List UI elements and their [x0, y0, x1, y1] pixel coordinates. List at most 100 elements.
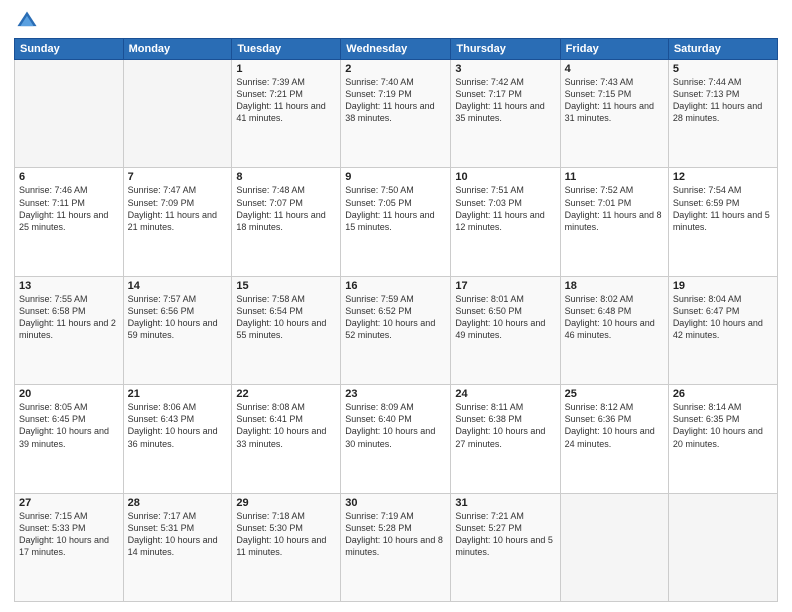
day-number: 18 [565, 280, 664, 292]
calendar-cell: 7 Sunrise: 7:47 AMSunset: 7:09 PMDaylight… [123, 168, 232, 276]
weekday-header-sunday: Sunday [15, 39, 124, 60]
day-number: 13 [19, 280, 119, 292]
logo [14, 10, 40, 32]
calendar-cell: 17 Sunrise: 8:01 AMSunset: 6:50 PMDayligh… [451, 276, 560, 384]
day-info: Sunrise: 8:06 AMSunset: 6:43 PMDaylight:… [128, 402, 218, 448]
day-info: Sunrise: 7:48 AMSunset: 7:07 PMDaylight:… [236, 185, 325, 231]
day-number: 28 [128, 497, 228, 509]
weekday-header-wednesday: Wednesday [341, 39, 451, 60]
day-info: Sunrise: 8:11 AMSunset: 6:38 PMDaylight:… [455, 402, 545, 448]
day-info: Sunrise: 7:44 AMSunset: 7:13 PMDaylight:… [673, 77, 762, 123]
day-number: 12 [673, 171, 773, 183]
day-number: 14 [128, 280, 228, 292]
calendar-cell: 11 Sunrise: 7:52 AMSunset: 7:01 PMDayligh… [560, 168, 668, 276]
header [14, 10, 778, 32]
calendar-cell: 25Sunrise: 8:12 AMSunset: 6:36 PMDayligh… [560, 385, 668, 493]
calendar-cell: 1 Sunrise: 7:39 AMSunset: 7:21 PMDaylight… [232, 60, 341, 168]
day-info: Sunrise: 7:57 AMSunset: 6:56 PMDaylight:… [128, 294, 218, 340]
calendar-cell: 21 Sunrise: 8:06 AMSunset: 6:43 PMDayligh… [123, 385, 232, 493]
calendar-cell: 10 Sunrise: 7:51 AMSunset: 7:03 PMDayligh… [451, 168, 560, 276]
day-info: Sunrise: 8:01 AMSunset: 6:50 PMDaylight:… [455, 294, 545, 340]
day-info: Sunrise: 7:59 AMSunset: 6:52 PMDaylight:… [345, 294, 435, 340]
calendar-cell: 3 Sunrise: 7:42 AMSunset: 7:17 PMDaylight… [451, 60, 560, 168]
calendar-cell: 30Sunrise: 7:19 AMSunset: 5:28 PMDayligh… [341, 493, 451, 601]
day-number: 5 [673, 63, 773, 75]
day-info: Sunrise: 7:39 AMSunset: 7:21 PMDaylight:… [236, 77, 325, 123]
day-number: 4 [565, 63, 664, 75]
day-number: 29 [236, 497, 336, 509]
day-number: 31 [455, 497, 555, 509]
day-info: Sunrise: 7:42 AMSunset: 7:17 PMDaylight:… [455, 77, 544, 123]
day-info: Sunrise: 8:05 AMSunset: 6:45 PMDaylight:… [19, 402, 109, 448]
calendar-cell: 26 Sunrise: 8:14 AMSunset: 6:35 PMDayligh… [668, 385, 777, 493]
calendar-cell: 5 Sunrise: 7:44 AMSunset: 7:13 PMDaylight… [668, 60, 777, 168]
calendar-cell [123, 60, 232, 168]
calendar-cell: 13 Sunrise: 7:55 AMSunset: 6:58 PMDayligh… [15, 276, 124, 384]
calendar-cell: 31 Sunrise: 7:21 AMSunset: 5:27 PMDayligh… [451, 493, 560, 601]
calendar-cell: 29 Sunrise: 7:18 AMSunset: 5:30 PMDayligh… [232, 493, 341, 601]
day-info: Sunrise: 7:17 AMSunset: 5:31 PMDaylight:… [128, 511, 218, 557]
day-info: Sunrise: 7:51 AMSunset: 7:03 PMDaylight:… [455, 185, 544, 231]
day-number: 23 [345, 388, 446, 400]
calendar-week-3: 13 Sunrise: 7:55 AMSunset: 6:58 PMDayligh… [15, 276, 778, 384]
calendar-cell: 28 Sunrise: 7:17 AMSunset: 5:31 PMDayligh… [123, 493, 232, 601]
day-info: Sunrise: 7:15 AMSunset: 5:33 PMDaylight:… [19, 511, 109, 557]
day-info: Sunrise: 8:02 AMSunset: 6:48 PMDaylight:… [565, 294, 655, 340]
day-info: Sunrise: 8:08 AMSunset: 6:41 PMDaylight:… [236, 402, 326, 448]
weekday-header-monday: Monday [123, 39, 232, 60]
day-number: 21 [128, 388, 228, 400]
day-info: Sunrise: 8:09 AMSunset: 6:40 PMDaylight:… [345, 402, 435, 448]
calendar-week-2: 6Sunrise: 7:46 AMSunset: 7:11 PMDaylight… [15, 168, 778, 276]
day-info: Sunrise: 8:14 AMSunset: 6:35 PMDaylight:… [673, 402, 763, 448]
day-number: 22 [236, 388, 336, 400]
day-number: 1 [236, 63, 336, 75]
calendar-week-4: 20Sunrise: 8:05 AMSunset: 6:45 PMDayligh… [15, 385, 778, 493]
day-number: 10 [455, 171, 555, 183]
day-number: 15 [236, 280, 336, 292]
day-info: Sunrise: 7:21 AMSunset: 5:27 PMDaylight:… [455, 511, 553, 557]
day-info: Sunrise: 7:18 AMSunset: 5:30 PMDaylight:… [236, 511, 326, 557]
calendar-cell: 9 Sunrise: 7:50 AMSunset: 7:05 PMDaylight… [341, 168, 451, 276]
day-info: Sunrise: 7:40 AMSunset: 7:19 PMDaylight:… [345, 77, 434, 123]
calendar-cell: 12 Sunrise: 7:54 AMSunset: 6:59 PMDayligh… [668, 168, 777, 276]
day-info: Sunrise: 7:46 AMSunset: 7:11 PMDaylight:… [19, 185, 108, 231]
day-number: 8 [236, 171, 336, 183]
calendar-table: SundayMondayTuesdayWednesdayThursdayFrid… [14, 38, 778, 602]
logo-icon [16, 10, 38, 32]
calendar-cell: 20Sunrise: 8:05 AMSunset: 6:45 PMDayligh… [15, 385, 124, 493]
day-number: 27 [19, 497, 119, 509]
calendar-cell: 4Sunrise: 7:43 AMSunset: 7:15 PMDaylight… [560, 60, 668, 168]
calendar-cell: 18 Sunrise: 8:02 AMSunset: 6:48 PMDayligh… [560, 276, 668, 384]
calendar-cell: 2 Sunrise: 7:40 AMSunset: 7:19 PMDaylight… [341, 60, 451, 168]
calendar-week-5: 27 Sunrise: 7:15 AMSunset: 5:33 PMDayligh… [15, 493, 778, 601]
day-info: Sunrise: 7:52 AMSunset: 7:01 PMDaylight:… [565, 185, 662, 231]
weekday-header-row: SundayMondayTuesdayWednesdayThursdayFrid… [15, 39, 778, 60]
calendar-cell: 16Sunrise: 7:59 AMSunset: 6:52 PMDayligh… [341, 276, 451, 384]
day-info: Sunrise: 8:04 AMSunset: 6:47 PMDaylight:… [673, 294, 763, 340]
day-info: Sunrise: 7:19 AMSunset: 5:28 PMDaylight:… [345, 511, 443, 557]
calendar-cell: 19 Sunrise: 8:04 AMSunset: 6:47 PMDayligh… [668, 276, 777, 384]
day-number: 11 [565, 171, 664, 183]
calendar-cell [15, 60, 124, 168]
calendar-cell: 8 Sunrise: 7:48 AMSunset: 7:07 PMDaylight… [232, 168, 341, 276]
day-number: 19 [673, 280, 773, 292]
day-number: 7 [128, 171, 228, 183]
calendar-cell: 15Sunrise: 7:58 AMSunset: 6:54 PMDayligh… [232, 276, 341, 384]
day-number: 17 [455, 280, 555, 292]
calendar-cell: 24 Sunrise: 8:11 AMSunset: 6:38 PMDayligh… [451, 385, 560, 493]
calendar-cell: 23 Sunrise: 8:09 AMSunset: 6:40 PMDayligh… [341, 385, 451, 493]
day-info: Sunrise: 7:55 AMSunset: 6:58 PMDaylight:… [19, 294, 116, 340]
weekday-header-friday: Friday [560, 39, 668, 60]
day-number: 24 [455, 388, 555, 400]
day-number: 9 [345, 171, 446, 183]
weekday-header-tuesday: Tuesday [232, 39, 341, 60]
day-number: 26 [673, 388, 773, 400]
page: SundayMondayTuesdayWednesdayThursdayFrid… [0, 0, 792, 612]
day-info: Sunrise: 7:50 AMSunset: 7:05 PMDaylight:… [345, 185, 434, 231]
calendar-cell: 27 Sunrise: 7:15 AMSunset: 5:33 PMDayligh… [15, 493, 124, 601]
day-info: Sunrise: 7:47 AMSunset: 7:09 PMDaylight:… [128, 185, 217, 231]
calendar-week-1: 1 Sunrise: 7:39 AMSunset: 7:21 PMDaylight… [15, 60, 778, 168]
day-number: 3 [455, 63, 555, 75]
day-number: 2 [345, 63, 446, 75]
day-info: Sunrise: 7:54 AMSunset: 6:59 PMDaylight:… [673, 185, 770, 231]
